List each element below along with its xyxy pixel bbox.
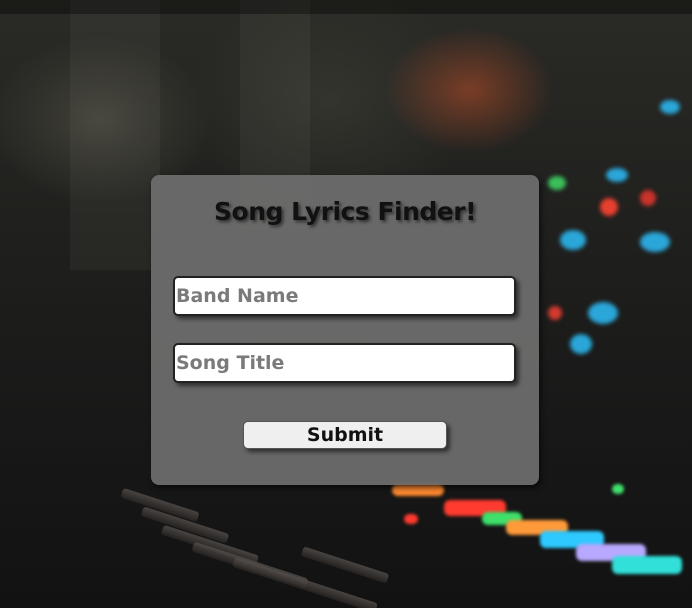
lyrics-search-form: Song Lyrics Finder! Submit xyxy=(151,175,539,485)
band-name-input[interactable] xyxy=(173,276,516,316)
submit-button[interactable]: Submit xyxy=(243,421,447,449)
song-title-input[interactable] xyxy=(173,343,516,383)
page-title: Song Lyrics Finder! xyxy=(214,197,476,226)
